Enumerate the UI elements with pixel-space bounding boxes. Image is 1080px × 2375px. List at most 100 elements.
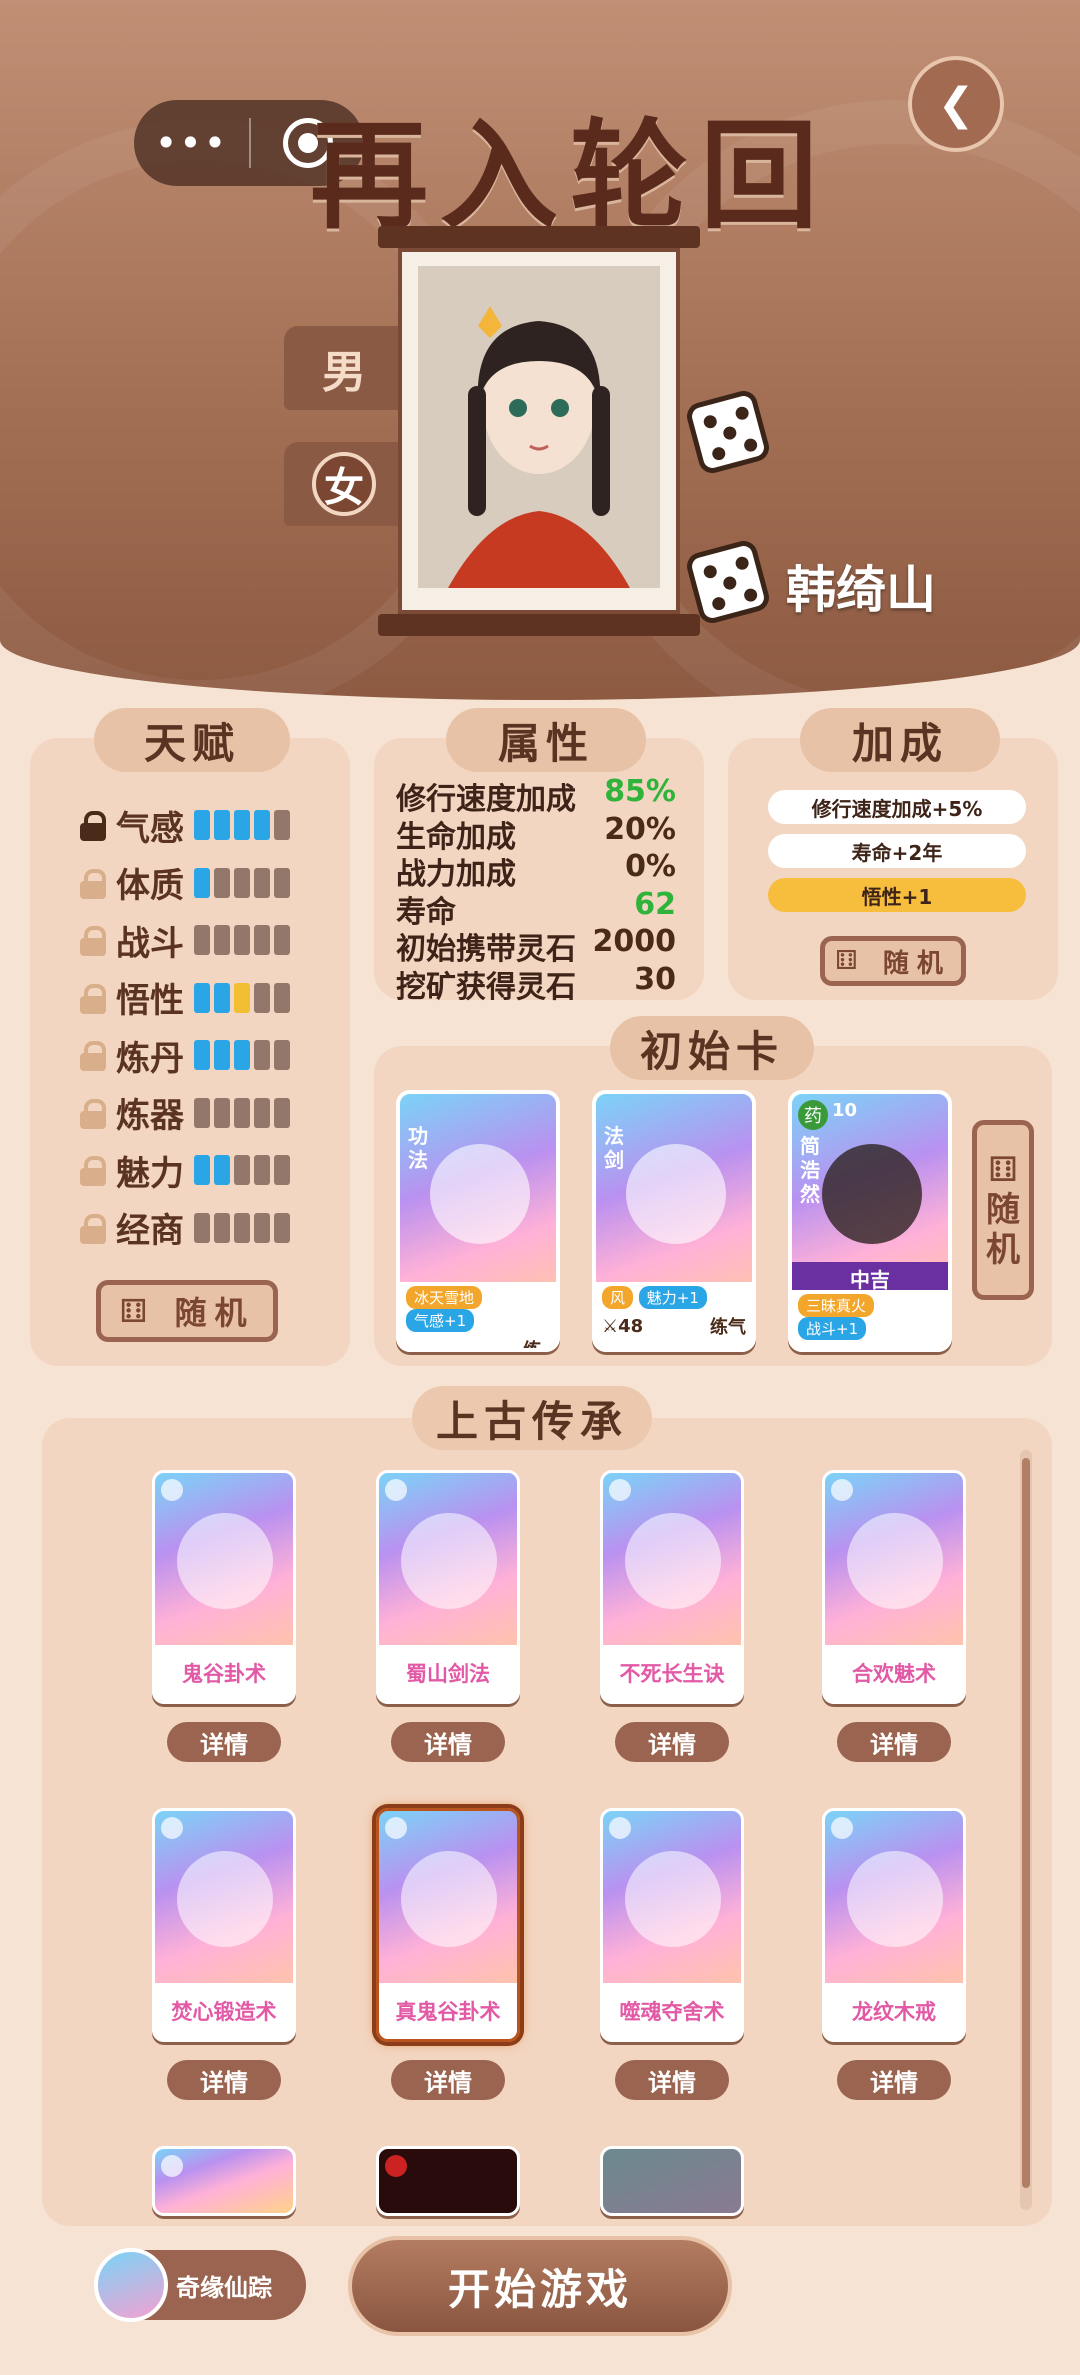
talent-level-bar <box>194 1155 294 1185</box>
heritage-card-partial[interactable] <box>376 2146 520 2216</box>
back-button[interactable]: ❮ <box>908 56 1004 152</box>
unlock-icon[interactable] <box>80 868 106 899</box>
element-icon <box>161 1817 183 1839</box>
level-segment <box>234 1040 250 1070</box>
heritage-card[interactable]: 蜀山剑法 <box>376 1470 520 1704</box>
heritage-card[interactable]: 噬魂夺舍术 <box>600 1808 744 2042</box>
bonus-tab: 加成 <box>800 708 1000 772</box>
level-segment <box>234 1155 250 1185</box>
heritage-card-partial[interactable] <box>152 2146 296 2216</box>
power-icon: ⚔ <box>602 1315 619 1337</box>
level-segment <box>274 982 290 1013</box>
card-age: 余26年 <box>798 1344 859 1348</box>
talent-tab: 天赋 <box>94 708 290 772</box>
heritage-card[interactable]: 龙纹木戒 <box>822 1808 966 2042</box>
card-badge: 药 <box>798 1100 828 1130</box>
initial-card-npc[interactable]: 药 10 简浩然 中吉 三昧真火 战斗+1 余26年 练气 <box>788 1090 952 1352</box>
level-segment <box>194 1097 210 1128</box>
card-type: 简浩然 <box>800 1134 820 1206</box>
heritage-name: 龙纹木戒 <box>825 1983 963 2039</box>
book-icon <box>430 1144 530 1244</box>
level-segment <box>274 810 290 840</box>
heritage-card[interactable]: 合欢魅术 <box>822 1470 966 1704</box>
heritage-name: 蜀山剑法 <box>379 1645 517 1701</box>
heritage-card[interactable]: 真鬼谷卦术 <box>376 1808 520 2042</box>
talent-random-button[interactable]: ⚅ 随机 <box>96 1280 278 1342</box>
heritage-scrollbar[interactable] <box>1020 1450 1032 2210</box>
level-segment <box>194 1212 210 1243</box>
level-segment <box>254 1097 270 1128</box>
level-segment <box>214 1212 230 1243</box>
talent-level-bar <box>194 1097 294 1128</box>
unlock-icon[interactable] <box>80 926 106 956</box>
element-icon <box>609 1479 631 1501</box>
detail-button[interactable]: 详情 <box>167 2060 281 2100</box>
element-icon <box>831 1479 853 1501</box>
level-segment <box>194 1155 210 1185</box>
heritage-name: 不死长生诀 <box>603 1645 741 1701</box>
dice-icon: ⚅ <box>119 1292 175 1330</box>
heritage-art-icon <box>625 1513 721 1609</box>
unlock-icon[interactable] <box>80 1098 106 1129</box>
unlock-icon[interactable] <box>80 1156 106 1186</box>
detail-button[interactable]: 详情 <box>391 2060 505 2100</box>
talent-row: 炼丹 <box>80 1030 294 1080</box>
level-segment <box>274 867 290 898</box>
level-segment <box>274 1040 290 1070</box>
talent-row: 炼器 <box>80 1088 294 1138</box>
level-segment <box>254 867 270 898</box>
lock-icon[interactable] <box>80 811 106 841</box>
heritage-card[interactable]: 鬼谷卦术 <box>152 1470 296 1704</box>
initial-card-skill[interactable]: 功法 冰天雪地 气感+1 18 19 11 练气 <box>396 1090 560 1352</box>
detail-button[interactable]: 详情 <box>837 1722 951 1762</box>
character-portrait-art <box>418 266 660 588</box>
detail-button[interactable]: 详情 <box>615 1722 729 1762</box>
portrait-frame <box>398 248 680 614</box>
heritage-art-icon <box>401 1851 497 1947</box>
attribute-value: 30 <box>634 961 676 997</box>
heritage-art-icon <box>847 1513 943 1609</box>
detail-button[interactable]: 详情 <box>391 1722 505 1762</box>
bonus-item: 寿命+2年 <box>768 834 1026 868</box>
element-icon <box>161 2155 183 2177</box>
attribute-row: 挖矿获得灵石 30 <box>396 962 676 1006</box>
level-segment <box>194 925 210 955</box>
unlock-icon[interactable] <box>80 983 106 1014</box>
element-icon <box>831 1817 853 1839</box>
level-segment <box>234 1212 250 1243</box>
heritage-art-icon <box>177 1513 273 1609</box>
talent-level-bar <box>194 867 294 898</box>
level-segment <box>214 1155 230 1185</box>
more-button[interactable]: ••• <box>134 121 249 165</box>
talent-label: 体质 <box>116 866 184 906</box>
detail-button[interactable]: 详情 <box>167 1722 281 1762</box>
character-name[interactable]: 韩绮山 <box>786 550 936 622</box>
talent-level-bar <box>194 925 294 955</box>
element-icon <box>161 1479 183 1501</box>
detail-button[interactable]: 详情 <box>615 2060 729 2100</box>
heritage-name: 噬魂夺舍术 <box>603 1983 741 2039</box>
unlock-icon[interactable] <box>80 1213 106 1244</box>
detail-button[interactable]: 详情 <box>837 2060 951 2100</box>
heritage-card[interactable]: 不死长生诀 <box>600 1470 744 1704</box>
heritage-card-partial[interactable] <box>600 2146 744 2216</box>
talent-row: 经商 <box>80 1203 294 1253</box>
heritage-art-icon <box>625 1851 721 1947</box>
unlock-icon[interactable] <box>80 1041 106 1071</box>
level-segment <box>194 982 210 1013</box>
card-tag: 冰天雪地 <box>406 1286 483 1309</box>
initial-card-sword[interactable]: 法剑 风 魅力+1 ⚔ 48 练气 <box>592 1090 756 1352</box>
level-segment <box>194 867 210 898</box>
qiyuan-button[interactable]: 奇缘仙踪 <box>94 2248 306 2322</box>
heritage-name: 合欢魅术 <box>825 1645 963 1701</box>
start-game-button[interactable]: 开始游戏 <box>348 2236 732 2336</box>
level-segment <box>194 810 210 840</box>
card-tag: 魅力+1 <box>638 1286 707 1309</box>
initial-card-random-button[interactable]: ⚅ 随机 <box>972 1120 1034 1300</box>
level-segment <box>274 1097 290 1128</box>
level-segment <box>254 982 270 1013</box>
bonus-random-button[interactable]: ⚅ 随机 <box>820 936 966 986</box>
heritage-card[interactable]: 焚心锻造术 <box>152 1808 296 2042</box>
level-segment <box>274 1212 290 1243</box>
talent-row: 战斗 <box>80 915 294 965</box>
